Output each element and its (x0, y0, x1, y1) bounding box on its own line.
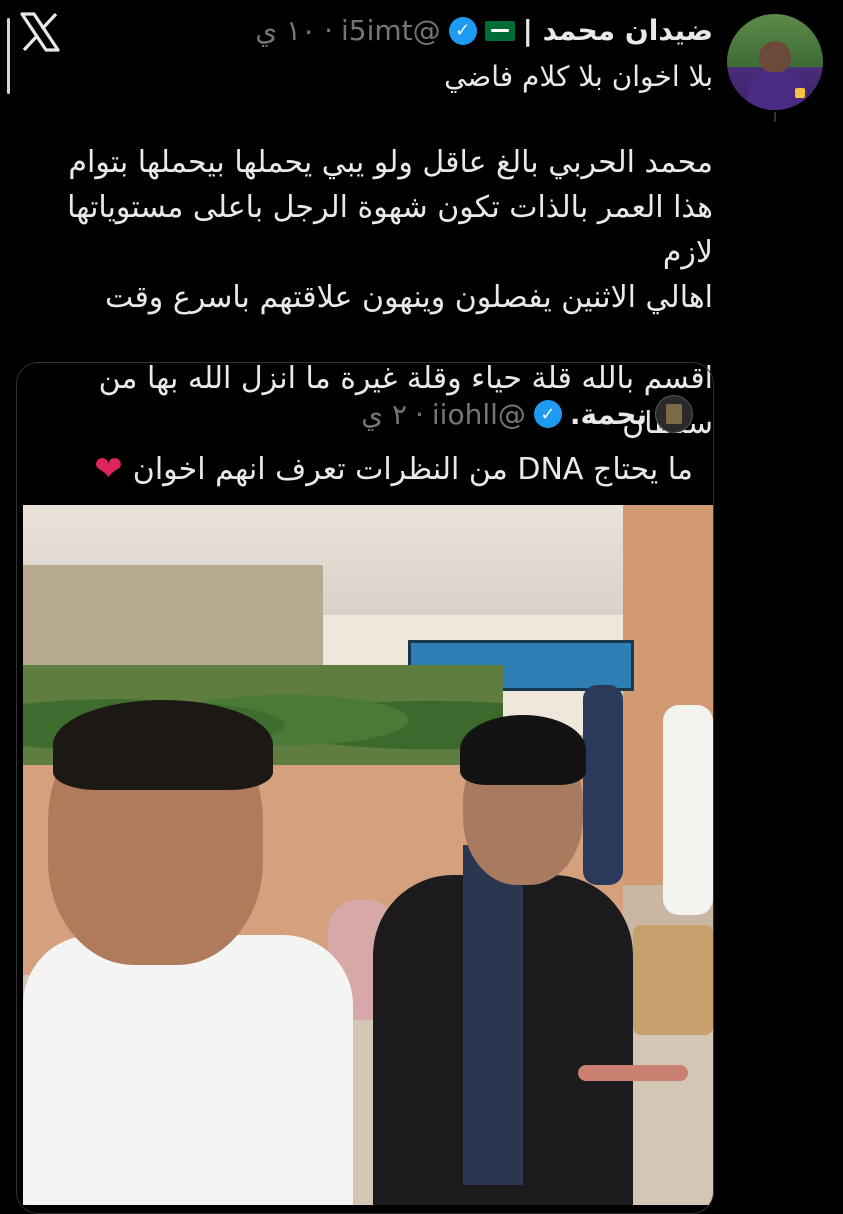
separator-dot: · (415, 397, 424, 431)
post-body-line: محمد الحربي بالغ عاقل ولو يبي يحملها بيح… (68, 145, 713, 180)
quoted-author-avatar[interactable] (655, 395, 693, 433)
saudi-flag-icon (484, 20, 515, 41)
author-handle[interactable]: @i5imt (341, 14, 441, 47)
post-header: ضيدان محمد | ✓ @i5imt · ١٠ ي (255, 14, 713, 47)
author-avatar[interactable] (727, 14, 823, 110)
quoted-author-name[interactable]: نجمة. (570, 398, 647, 431)
verified-badge-icon: ✓ (533, 400, 562, 428)
author-name[interactable]: ضيدان محمد | (523, 14, 713, 47)
quoted-post-text-content: ما يحتاج DNA من النظرات تعرف انهم اخوان (132, 451, 693, 487)
post-time[interactable]: ١٠ ي (255, 14, 316, 47)
post-subtitle: بلا اخوان بلا كلام فاضي (444, 60, 713, 93)
post-body-line: هذا العمر بالذات تكون شهوة الرجل باعلى م… (67, 190, 713, 270)
verified-badge-icon: ✓ (448, 16, 477, 45)
red-heart-icon: ❤ (94, 449, 123, 489)
quoted-post-card[interactable]: نجمة. ✓ @iiohll · ٢ ي ما يحتاج DNA من ال… (16, 362, 714, 1214)
quoted-post-photo[interactable] (23, 505, 713, 1205)
quoted-post-text: ما يحتاج DNA من النظرات تعرف انهم اخوان … (94, 449, 693, 489)
scroll-indicator (7, 18, 10, 94)
quoted-author-handle[interactable]: @iiohll (432, 398, 526, 431)
post-body-line: اهالي الاثنين يفصلون وينهون علاقتهم باسر… (105, 280, 713, 315)
quoted-post-header: نجمة. ✓ @iiohll · ٢ ي (361, 395, 693, 433)
quoted-post-time[interactable]: ٢ ي (361, 398, 407, 431)
post-body-paragraph-1: محمد الحربي بالغ عاقل ولو يبي يحملها بيح… (20, 140, 713, 320)
x-logo-icon[interactable] (18, 12, 62, 52)
separator-dot: · (324, 14, 334, 47)
thread-line (774, 112, 776, 122)
